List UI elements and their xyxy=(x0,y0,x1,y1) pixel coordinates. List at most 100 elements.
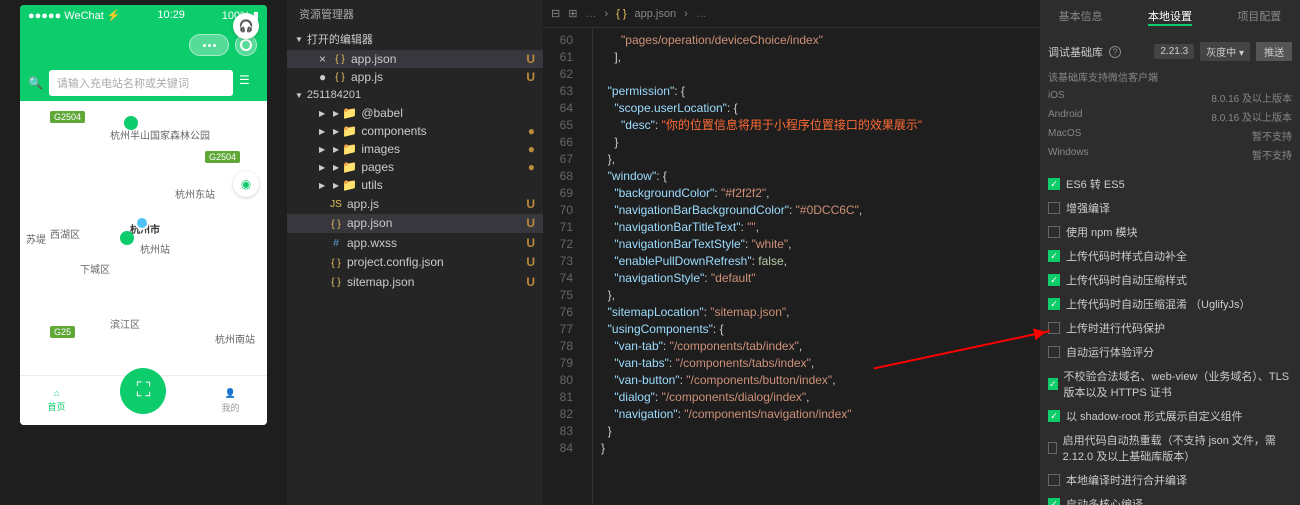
checkbox-icon[interactable]: ✓ xyxy=(1048,274,1060,286)
fold-gutter xyxy=(581,28,593,505)
help-icon[interactable]: ? xyxy=(1109,46,1121,58)
checkbox-icon[interactable]: ✓ xyxy=(1048,178,1060,190)
file-name: app.json xyxy=(351,52,396,66)
checkbox-icon[interactable] xyxy=(1048,226,1060,238)
folder-row[interactable]: ▶▸ 📁images● xyxy=(287,140,543,158)
file-row[interactable]: { }sitemap.jsonU xyxy=(287,272,543,292)
support-button[interactable]: 🎧 xyxy=(233,13,259,39)
highway-badge: G2504 xyxy=(50,111,85,123)
checkbox-icon[interactable]: ✓ xyxy=(1048,498,1060,505)
setting-label: 自动运行体验评分 xyxy=(1066,344,1154,360)
panel-tabs: 基本信息 本地设置 项目配置 xyxy=(1048,4,1292,30)
close-icon[interactable]: ● xyxy=(319,70,329,84)
code-editor: ⊟ ⊞ … › { } app.json › … 606162636465666… xyxy=(543,0,1040,505)
close-icon[interactable]: × xyxy=(319,52,329,66)
capsule-menu-button[interactable] xyxy=(189,34,229,56)
search-input[interactable]: 请输入充电站名称或关键词 xyxy=(49,70,233,96)
setting-checkbox-row[interactable]: 增强编译 xyxy=(1048,196,1292,220)
setting-checkbox-row[interactable]: 自动运行体验评分 xyxy=(1048,340,1292,364)
open-editors-section[interactable]: 打开的编辑器 xyxy=(287,28,543,50)
file-name: images xyxy=(361,142,400,156)
file-name: app.js xyxy=(351,70,383,84)
map-poi-label: 西湖区 xyxy=(50,226,80,241)
breadcrumb-file[interactable]: app.json xyxy=(635,8,677,20)
platform-version: 暂不支持 xyxy=(1252,128,1292,143)
settings-panel: 基本信息 本地设置 项目配置 调试基础库 ? 2.21.3 灰度中 ▾ 推送 该… xyxy=(1040,0,1300,505)
checkbox-icon[interactable]: ✓ xyxy=(1048,378,1058,390)
lib-note: 该基础库支持微信客户端 xyxy=(1048,69,1292,84)
open-file-row[interactable]: ●{ }app.jsU xyxy=(287,68,543,86)
checkbox-icon[interactable] xyxy=(1048,346,1060,358)
platform-row: Windows暂不支持 xyxy=(1048,145,1292,164)
file-row[interactable]: JSapp.jsU xyxy=(287,194,543,214)
platform-name: MacOS xyxy=(1048,128,1081,143)
platform-version: 8.0.16 及以上版本 xyxy=(1211,90,1292,105)
vcs-status: U xyxy=(526,255,535,269)
file-row[interactable]: #app.wxssU xyxy=(287,233,543,253)
json-icon: { } xyxy=(329,274,343,290)
setting-checkbox-row[interactable]: 使用 npm 模块 xyxy=(1048,220,1292,244)
scan-button[interactable]: ⛶ xyxy=(120,368,166,414)
file-name: app.js xyxy=(347,197,379,211)
project-root[interactable]: 251184201 xyxy=(287,86,543,104)
setting-label: 上传时进行代码保护 xyxy=(1066,320,1165,336)
chevron-right-icon: ▶ xyxy=(319,109,329,118)
nav-mine[interactable]: 👤 我的 xyxy=(221,388,239,414)
setting-label: 增强编译 xyxy=(1066,200,1110,216)
lib-select[interactable]: 灰度中 ▾ xyxy=(1200,42,1250,61)
open-file-row[interactable]: × { } app.json U xyxy=(287,50,543,68)
checkbox-icon[interactable] xyxy=(1048,474,1060,486)
folder-row[interactable]: ▶▸ 📁utils xyxy=(287,176,543,194)
map-poi-label: 杭州东站 xyxy=(175,186,215,201)
bottom-nav: ⌂ 首页 ⛶ 👤 我的 xyxy=(20,375,267,425)
scan-icon: ⛶ xyxy=(136,379,150,402)
folder-row[interactable]: ▶▸ 📁@babel xyxy=(287,104,543,122)
setting-checkbox-row[interactable]: ✓ 上传代码时样式自动补全 xyxy=(1048,244,1292,268)
tab-local[interactable]: 本地设置 xyxy=(1148,8,1192,26)
setting-label: 使用 npm 模块 xyxy=(1066,224,1138,240)
file-name: @babel xyxy=(361,106,403,120)
json-icon: { } xyxy=(333,52,347,66)
setting-label: 上传代码时样式自动补全 xyxy=(1066,248,1187,264)
checkbox-icon[interactable] xyxy=(1048,202,1060,214)
vcs-status: U xyxy=(526,236,535,250)
checkbox-icon[interactable] xyxy=(1048,442,1057,454)
chevron-right-icon: ▶ xyxy=(319,163,329,172)
tab-basic[interactable]: 基本信息 xyxy=(1059,8,1103,26)
vcs-status: U xyxy=(526,52,535,66)
vcs-status: U xyxy=(526,197,535,211)
tab-project[interactable]: 项目配置 xyxy=(1237,8,1281,26)
setting-checkbox-row[interactable]: ✓上传代码时自动压缩样式 xyxy=(1048,268,1292,292)
checkbox-icon[interactable]: ✓ xyxy=(1048,298,1060,310)
setting-checkbox-row[interactable]: ✓上传代码时自动压缩混淆 （UglifyJs） xyxy=(1048,292,1292,316)
list-icon[interactable]: ☰ xyxy=(239,73,259,93)
checkbox-icon[interactable]: ✓ xyxy=(1048,250,1060,262)
folder-row[interactable]: ▶▸ 📁pages● xyxy=(287,158,543,176)
locate-button[interactable]: ◉ xyxy=(233,171,259,197)
setting-checkbox-row[interactable]: ✓ES6 转 ES5 xyxy=(1048,172,1292,196)
json-icon: { } xyxy=(329,255,343,271)
setting-checkbox-row[interactable]: ✓以 shadow-root 形式展示自定义组件 xyxy=(1048,404,1292,428)
folder-icon: ▸ 📁 xyxy=(333,160,357,174)
checkbox-icon[interactable]: ✓ xyxy=(1048,410,1060,422)
headset-icon: 🎧 xyxy=(239,19,254,33)
file-row[interactable]: { }project.config.jsonU xyxy=(287,253,543,273)
setting-checkbox-row[interactable]: ✓启动多核心编译 xyxy=(1048,492,1292,505)
code-content[interactable]: "pages/operation/deviceChoice/index" ], … xyxy=(593,28,1040,505)
setting-checkbox-row[interactable]: 上传时进行代码保护 xyxy=(1048,316,1292,340)
phone-nav-header xyxy=(20,25,267,65)
file-row[interactable]: { }app.jsonU xyxy=(287,214,543,234)
setting-checkbox-row[interactable]: 启用代码自动热重载（不支持 json 文件，需 2.12.0 及以上基础库版本） xyxy=(1048,428,1292,468)
setting-checkbox-row[interactable]: ✓不校验合法域名、web-view（业务域名）、TLS 版本以及 HTTPS 证… xyxy=(1048,364,1292,404)
setting-checkbox-row[interactable]: 本地编译时进行合并编译 xyxy=(1048,468,1292,492)
editor-body[interactable]: 6061626364656667686970717273747576777879… xyxy=(543,28,1040,505)
json-icon: { } xyxy=(329,216,343,232)
target-icon xyxy=(240,39,252,51)
toolbar-split-icon[interactable]: ⊞ xyxy=(568,7,577,20)
toolbar-pin-icon[interactable]: ⊟ xyxy=(551,7,560,20)
vcs-status: ● xyxy=(528,142,535,156)
push-button[interactable]: 推送 xyxy=(1256,42,1292,61)
folder-row[interactable]: ▶▸ 📁components● xyxy=(287,122,543,140)
nav-home[interactable]: ⌂ 首页 xyxy=(47,388,65,413)
search-icon: 🔍 xyxy=(28,76,43,90)
